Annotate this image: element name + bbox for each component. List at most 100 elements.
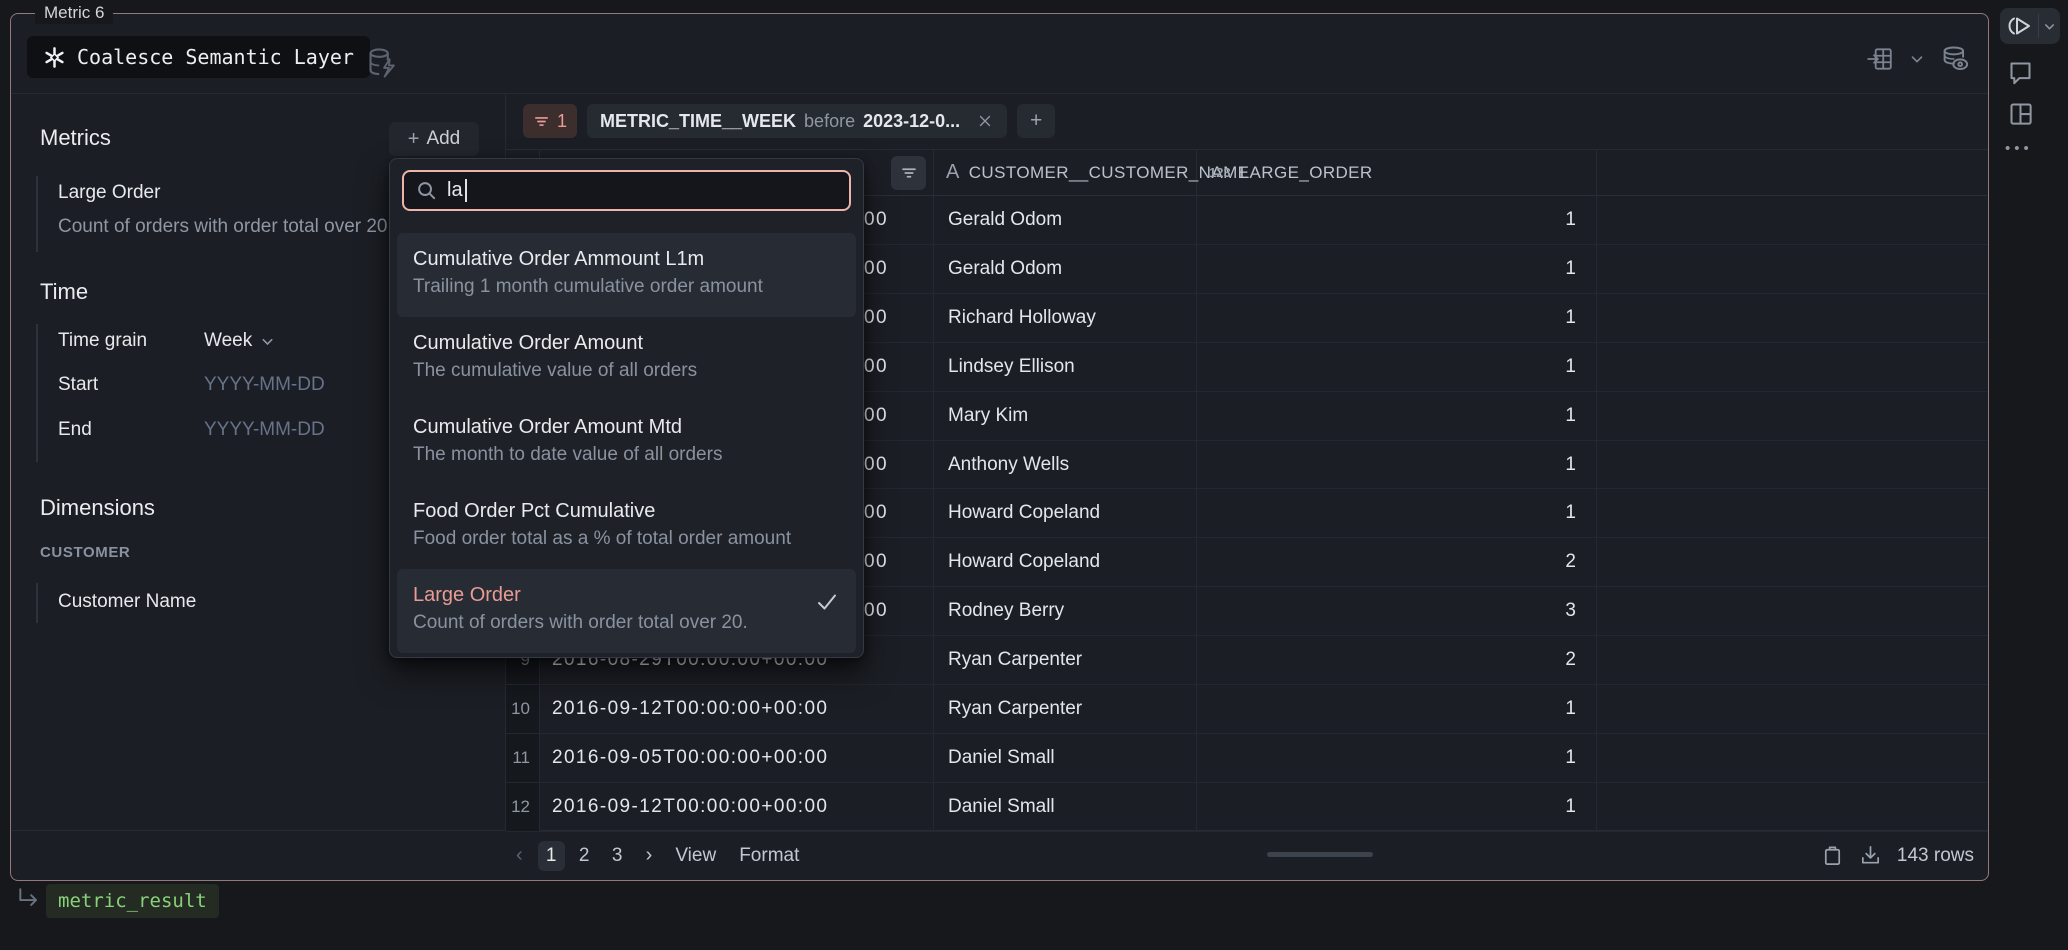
output-variable-chip[interactable]: metric_result [46,884,219,918]
horizontal-scrollbar[interactable] [1267,852,1373,857]
add-filter-button[interactable]: + [1017,104,1055,138]
layout-panels-icon[interactable] [2007,100,2034,127]
time-heading: Time [40,279,88,305]
filter-chip[interactable]: METRIC_TIME__WEEK before 2023-12-0... [587,104,1007,138]
column-filter-button[interactable] [891,156,926,190]
plus-icon: + [408,128,420,151]
row-index: 10 [506,685,540,733]
chevron-down-icon[interactable] [1908,50,1926,68]
format-button[interactable]: Format [739,845,799,867]
metric-option[interactable]: Cumulative Order Amount The cumulative v… [397,317,856,401]
name-column-header[interactable]: A CUSTOMER__CUSTOMER_NAME [934,150,1197,195]
add-button-label: Add [426,128,460,150]
plus-icon: + [1030,109,1042,133]
chevron-down-icon[interactable] [2042,19,2057,34]
cell-header-actions [1866,44,1970,74]
snowflake-icon [43,46,66,69]
download-icon[interactable] [1859,844,1882,867]
option-title: Cumulative Order Ammount L1m [413,246,840,273]
text-type-icon: A [946,161,960,184]
start-date-input[interactable]: YYYY-MM-DD [204,373,325,397]
page-button[interactable]: 2 [571,841,598,871]
data-source-label: Coalesce Semantic Layer [77,45,354,69]
page-button[interactable]: 3 [604,841,631,871]
copy-icon[interactable] [1821,844,1844,867]
metric-option[interactable]: Cumulative Order Amount Mtd The month to… [397,401,856,485]
search-icon [415,179,438,202]
run-cell-button[interactable] [2000,8,2060,44]
option-description: The cumulative value of all orders [413,357,840,385]
cell-large-order: 1 [1197,392,1597,440]
cell-large-order: 1 [1197,245,1597,293]
date-value-tail [828,698,934,719]
cell-customer-name: Lindsey Ellison [934,343,1197,391]
metric-option[interactable]: Large Order Count of orders with order t… [397,569,856,653]
cell-customer-name: Mary Kim [934,392,1197,440]
table-row[interactable]: 12 2016-09-12T00:00:00+00:00 Daniel Smal… [506,783,1987,832]
time-grain-value: Week [204,329,252,353]
cell-empty [1597,636,1987,684]
cell-large-order: 1 [1197,196,1597,244]
row-index: 12 [506,783,540,831]
table-footer: ‹ 123 › View Format [516,831,799,880]
cell-empty [1597,245,1987,293]
metric-option[interactable]: Cumulative Order Ammount L1m Trailing 1 … [397,233,856,317]
empty-column-header [1597,150,1987,195]
next-page-button[interactable]: › [646,844,653,867]
number-type-icon: 123 [1209,165,1231,180]
page-button[interactable]: 1 [538,841,565,871]
cell-empty [1597,392,1987,440]
option-description: Food order total as a % of total order a… [413,525,840,553]
cell-customer-name: Daniel Small [934,783,1197,831]
filter-lines-icon [900,164,918,182]
cell-empty [1597,343,1987,391]
table-row[interactable]: 11 2016-09-05T00:00:00+00:00 Daniel Smal… [506,734,1987,783]
cell-customer-name: Ryan Carpenter [934,685,1197,733]
metric-option[interactable]: Food Order Pct Cumulative Food order tot… [397,485,856,569]
dimension-item[interactable]: Customer Name [58,590,196,614]
dimension-group-label: CUSTOMER [40,544,130,561]
value-column-header[interactable]: 123 LARGE_ORDER [1197,150,1597,195]
view-button[interactable]: View [675,845,716,867]
option-title: Large Order [413,582,840,609]
data-source-chip[interactable]: Coalesce Semantic Layer [27,36,370,78]
end-label: End [58,418,92,442]
table-import-icon[interactable] [1866,45,1894,73]
date-value: 2016-09-12T00:00:00+00:00 [552,698,828,719]
database-lightning-icon[interactable] [366,47,396,79]
time-grain-select[interactable]: Week [204,329,276,353]
add-metric-button[interactable]: + Add [389,122,479,156]
option-title: Food Order Pct Cumulative [413,498,840,525]
chevron-down-icon [259,333,276,350]
filter-bar: 1 METRIC_TIME__WEEK before 2023-12-0... … [523,104,1055,138]
cell-customer-name: Rodney Berry [934,587,1197,635]
database-preview-icon[interactable] [1940,44,1970,74]
filter-value: 2023-12-0... [863,111,960,132]
cell-empty [1597,441,1987,489]
row-index: 11 [506,734,540,782]
cell-empty [1597,294,1987,342]
metric-description: Count of orders with order total over 20… [58,215,393,239]
button-divider [2038,14,2039,38]
cell-large-order: 1 [1197,685,1597,733]
prev-page-button[interactable]: ‹ [516,844,523,867]
cell-empty [1597,587,1987,635]
return-arrow-icon [16,886,42,912]
option-description: Trailing 1 month cumulative order amount [413,273,840,301]
more-options-icon[interactable]: ••• [2005,140,2033,157]
option-description: Count of orders with order total over 20… [413,609,840,637]
metric-name[interactable]: Large Order [58,181,160,205]
cell-customer-name: Daniel Small [934,734,1197,782]
comment-icon[interactable] [2007,59,2034,86]
date-value: 2016-09-05T00:00:00+00:00 [552,747,828,768]
remove-filter-button[interactable] [976,112,994,130]
cell-metric-time-week: 2016-09-12T00:00:00+00:00 [540,685,934,733]
table-row[interactable]: 10 2016-09-12T00:00:00+00:00 Ryan Carpen… [506,685,1987,734]
dimension-indent-line [36,583,38,623]
search-input[interactable]: la [402,170,851,211]
option-title: Cumulative Order Amount [413,330,840,357]
check-icon [815,590,839,614]
filter-count-badge[interactable]: 1 [523,104,577,138]
end-date-input[interactable]: YYYY-MM-DD [204,418,325,442]
start-label: Start [58,373,98,397]
